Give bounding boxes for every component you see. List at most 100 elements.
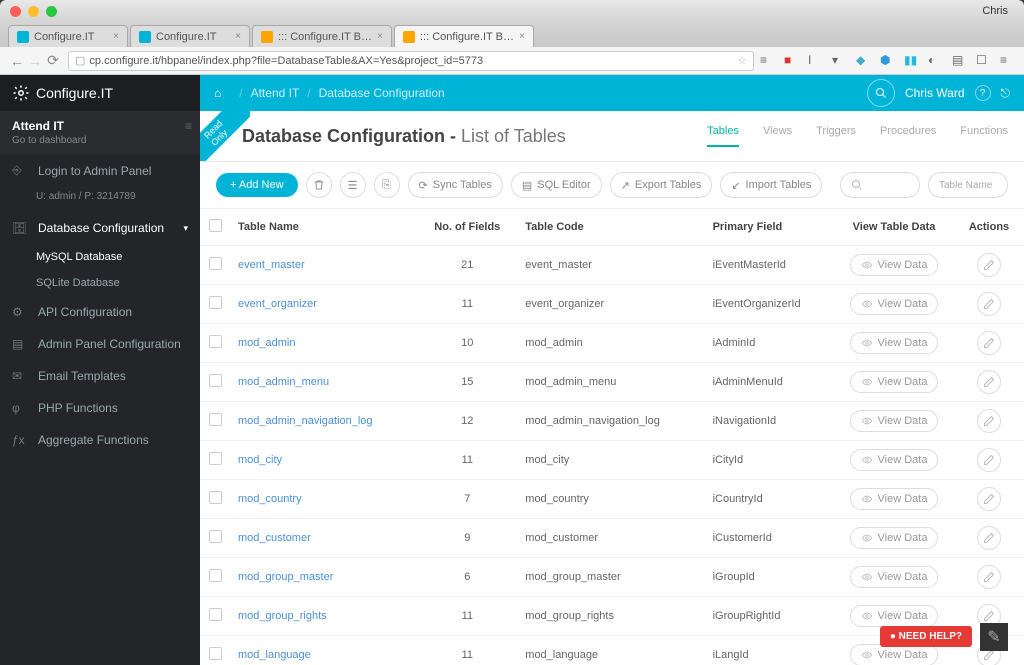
import-tables-button[interactable]: ↙Import Tables [720,172,822,198]
row-checkbox[interactable] [209,257,222,270]
user-name[interactable]: Chris Ward [905,86,965,100]
reload-icon[interactable]: ⟳ [44,52,62,69]
brand-logo[interactable]: Configure.IT [0,75,200,111]
ext-icon[interactable]: ▾ [832,53,848,69]
table-name-link[interactable]: mod_admin_menu [238,376,329,388]
row-checkbox[interactable] [209,530,222,543]
edit-button[interactable] [977,448,1001,472]
table-name-link[interactable]: mod_city [238,454,282,466]
ext-icon[interactable]: ◐ [928,53,944,69]
table-name-link[interactable]: mod_admin [238,337,295,349]
edit-button[interactable] [977,370,1001,394]
browser-tab[interactable]: ::: Configure.IT Backend :::× [394,25,534,47]
search-input[interactable] [840,172,920,198]
filter-select[interactable]: Table Name [928,172,1008,198]
row-checkbox[interactable] [209,413,222,426]
table-name-link[interactable]: event_master [238,259,305,271]
edit-button[interactable] [977,253,1001,277]
col-code[interactable]: Table Code [517,209,704,246]
browser-tab[interactable]: ::: Configure.IT Backend :::× [252,25,392,47]
row-checkbox[interactable] [209,452,222,465]
table-name-link[interactable]: mod_group_master [238,571,333,583]
select-all-checkbox[interactable] [209,219,222,232]
sidebar-item-api[interactable]: ⚙ API Configuration [0,296,200,328]
maximize-window-icon[interactable] [46,6,57,17]
view-data-button[interactable]: View Data [850,449,939,471]
ext-icon[interactable]: ▤ [952,53,968,69]
ext-icon[interactable]: ≡ [760,53,776,69]
add-new-button[interactable]: + Add New [216,173,298,197]
row-checkbox[interactable] [209,335,222,348]
tab-tables[interactable]: Tables [707,125,739,147]
row-checkbox[interactable] [209,491,222,504]
sidebar-item-aggregate[interactable]: ƒx Aggregate Functions [0,424,200,456]
view-data-button[interactable]: View Data [850,644,939,665]
list-button[interactable]: ☰ [340,172,366,198]
view-data-button[interactable]: View Data [850,527,939,549]
edit-button[interactable] [977,487,1001,511]
menu-icon[interactable]: ≡ [185,119,192,133]
sidebar-item-php[interactable]: φ PHP Functions [0,392,200,424]
menu-icon[interactable]: ≡ [1000,53,1016,69]
sidebar-sub-sqlite[interactable]: SQLite Database [0,270,200,296]
table-name-link[interactable]: mod_customer [238,532,311,544]
logout-icon[interactable]: ⎋ [1001,86,1011,101]
view-data-button[interactable]: View Data [850,410,939,432]
col-pk[interactable]: Primary Field [705,209,834,246]
tab-functions[interactable]: Functions [960,125,1008,147]
sync-tables-button[interactable]: ⟳Sync Tables [408,172,503,198]
feedback-button[interactable]: ✎ [980,623,1008,651]
close-tab-icon[interactable]: × [377,31,383,42]
ext-icon[interactable]: ▮▮ [904,53,920,69]
export-tables-button[interactable]: ↗Export Tables [610,172,713,198]
copy-button[interactable]: ⎘ [374,172,400,198]
sidebar-sub-mysql[interactable]: MySQL Database [0,244,200,270]
row-checkbox[interactable] [209,608,222,621]
view-data-button[interactable]: View Data [850,254,939,276]
sidebar-item-email[interactable]: ✉ Email Templates [0,360,200,392]
tab-views[interactable]: Views [763,125,792,147]
edit-button[interactable] [977,526,1001,550]
tab-procedures[interactable]: Procedures [880,125,936,147]
need-help-button[interactable]: ● NEED HELP? [880,626,972,647]
forward-icon[interactable]: → [26,53,44,69]
breadcrumb-item[interactable]: Database Configuration [319,86,445,100]
view-data-button[interactable]: View Data [850,605,939,627]
table-name-link[interactable]: mod_language [238,649,311,661]
view-data-button[interactable]: View Data [850,488,939,510]
browser-tab[interactable]: Configure.IT× [130,25,250,47]
back-icon[interactable]: ← [8,53,26,69]
row-checkbox[interactable] [209,569,222,582]
row-checkbox[interactable] [209,374,222,387]
col-name[interactable]: Table Name [230,209,417,246]
table-name-link[interactable]: mod_country [238,493,302,505]
tab-triggers[interactable]: Triggers [816,125,856,147]
view-data-button[interactable]: View Data [850,293,939,315]
delete-button[interactable] [306,172,332,198]
minimize-window-icon[interactable] [28,6,39,17]
close-tab-icon[interactable]: × [113,31,119,42]
edit-button[interactable] [977,331,1001,355]
breadcrumb-item[interactable]: Attend IT [251,86,300,100]
edit-button[interactable] [977,292,1001,316]
table-name-link[interactable]: mod_admin_navigation_log [238,415,373,427]
star-icon[interactable]: ☆ [737,54,747,67]
project-header[interactable]: Attend IT Go to dashboard ≡ [0,111,200,154]
ext-icon[interactable]: I [808,53,824,69]
ext-icon[interactable]: ☐ [976,53,992,69]
search-icon[interactable] [867,79,895,107]
view-data-button[interactable]: View Data [850,566,939,588]
close-tab-icon[interactable]: × [519,31,525,42]
help-icon[interactable]: ? [975,85,991,101]
table-name-link[interactable]: event_organizer [238,298,317,310]
ext-icon[interactable]: ■ [784,53,800,69]
ext-icon[interactable]: ⬢ [880,53,896,69]
sql-editor-button[interactable]: ▤SQL Editor [511,172,602,198]
table-name-link[interactable]: mod_group_rights [238,610,327,622]
edit-button[interactable] [977,565,1001,589]
sidebar-item-database[interactable]: 🗄 Database Configuration ▾ [0,212,200,244]
sidebar-item-admin-login[interactable]: ⎆ Login to Admin Panel [0,154,200,187]
row-checkbox[interactable] [209,296,222,309]
sidebar-item-admin-panel[interactable]: ▤ Admin Panel Configuration [0,328,200,360]
col-fields[interactable]: No. of Fields [417,209,517,246]
